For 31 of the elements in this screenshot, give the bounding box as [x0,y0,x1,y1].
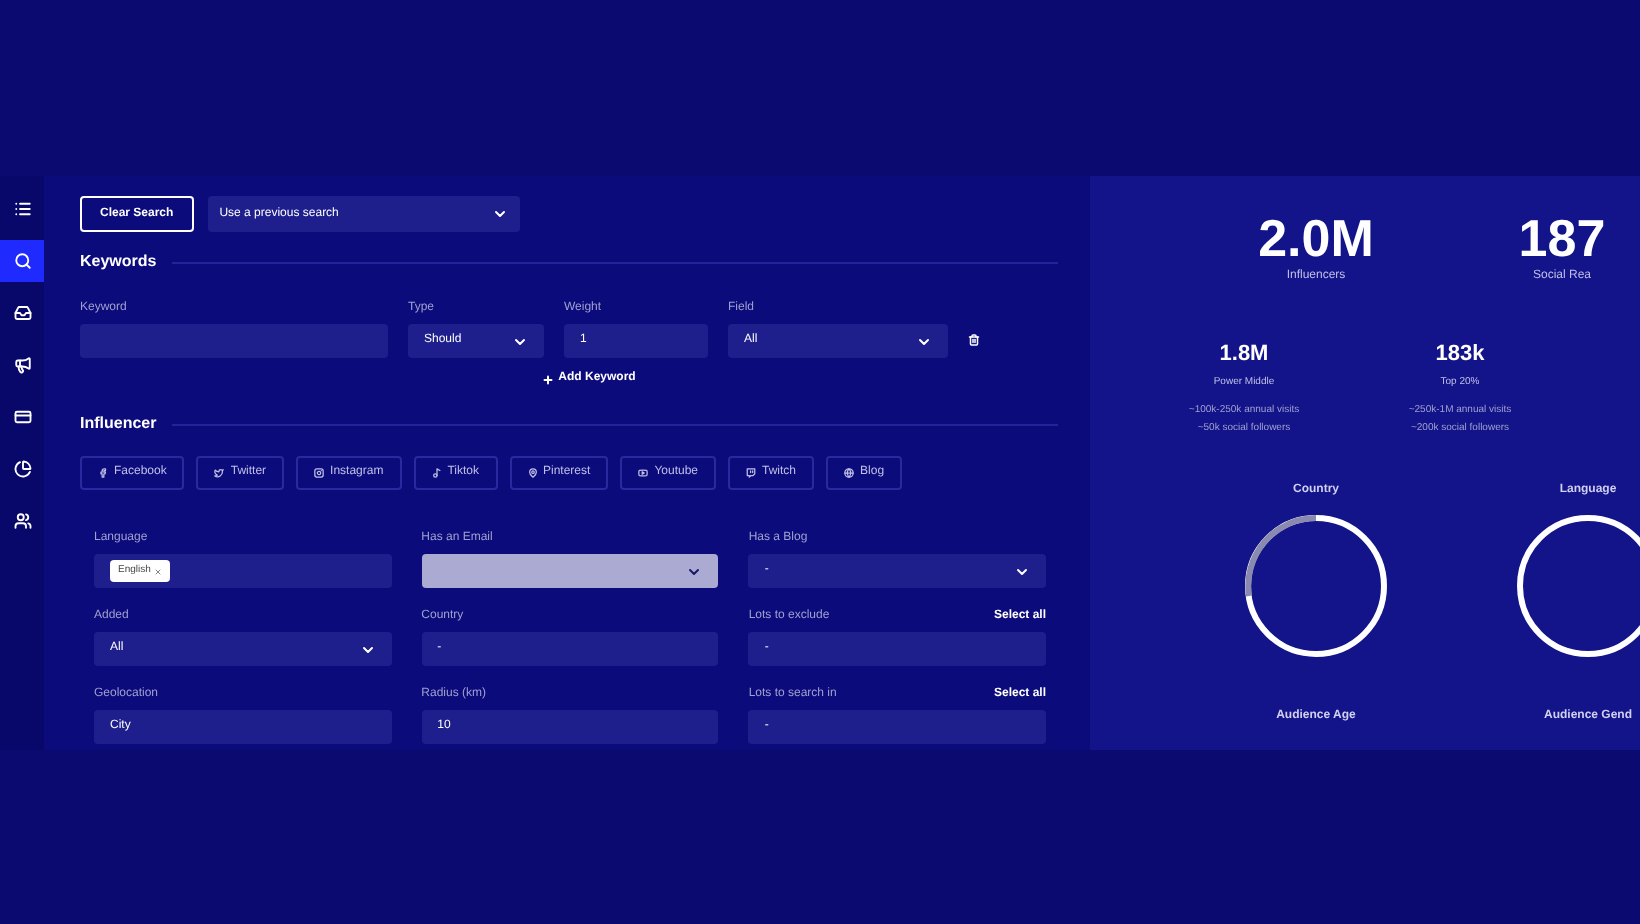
chevron-icon [686,563,703,579]
chevron-icon [1014,563,1030,579]
stat-value: 2.0M [1258,212,1374,264]
camera-icon [314,468,325,478]
section-heading: Keywords [80,250,157,274]
pin-icon [527,468,537,478]
trash-icon[interactable] [968,334,980,346]
music-note-icon [431,468,442,478]
search-icon [13,252,31,270]
chat-icon [746,468,756,478]
globe-icon [844,468,855,478]
tier-value: 1.8M [1219,340,1269,370]
users-icon [13,512,31,530]
play-icon [638,468,649,478]
megaphone-icon [13,356,31,374]
select-field[interactable] [421,554,719,588]
list-icon [13,200,31,218]
tier-value: 183k [1435,340,1485,370]
bird-icon [214,468,225,478]
stat-value: 187 [1518,212,1606,264]
section-heading: Influencer [80,412,157,436]
sidebar-item[interactable] [0,240,44,282]
chevron-icon [359,641,376,657]
chevron-icon [491,206,508,222]
chevron-icon [512,333,528,349]
card-icon [13,408,31,426]
inbox-icon [13,304,31,322]
plus-icon [542,373,555,385]
pie-chart-icon [13,460,31,478]
facebook-icon [98,468,108,478]
chevron-icon [916,333,932,349]
